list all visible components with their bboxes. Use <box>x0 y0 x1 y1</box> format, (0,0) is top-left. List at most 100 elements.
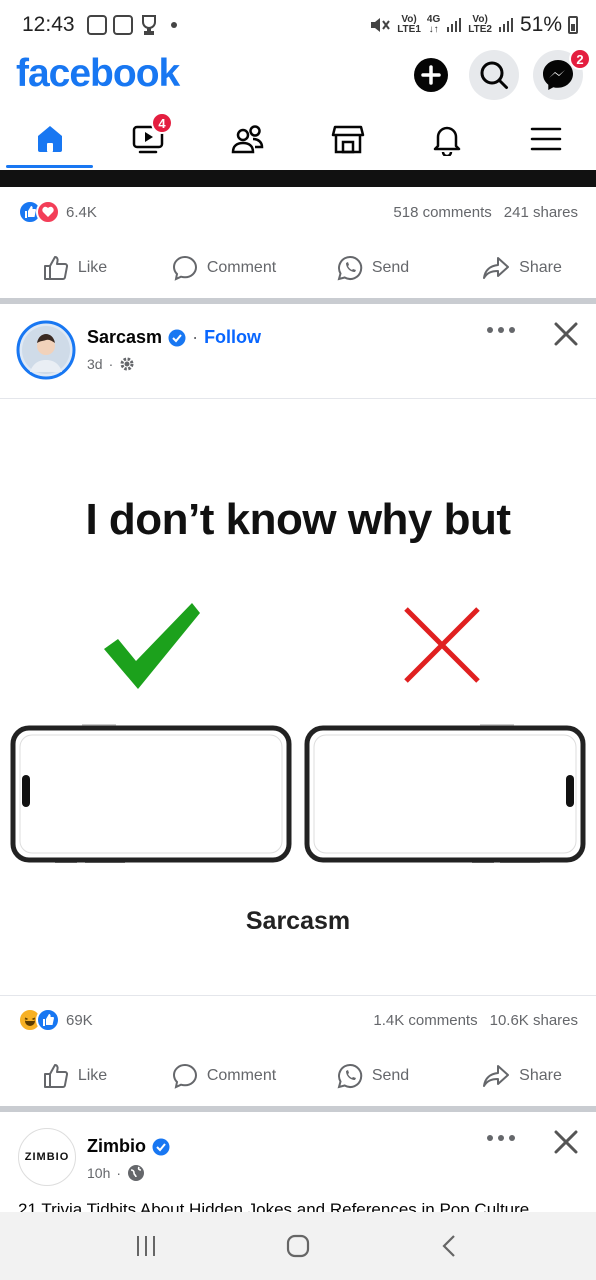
share-button[interactable]: Share <box>447 1062 596 1090</box>
more-options-button[interactable] <box>486 1130 516 1148</box>
thumbs-up-icon <box>43 1064 68 1088</box>
hamburger-icon <box>531 127 562 151</box>
share-button[interactable]: Share <box>447 254 596 282</box>
reaction-icons[interactable] <box>18 1008 60 1032</box>
love-reaction-icon <box>36 200 60 224</box>
notification-icons <box>86 14 177 36</box>
comment-count[interactable]: 518 comments <box>393 204 491 221</box>
post-image[interactable]: I don’t know why but Sarcasm <box>0 398 596 996</box>
phone-landscape-right-image <box>304 724 586 863</box>
author-name[interactable]: Sarcasm <box>87 327 162 348</box>
like-button[interactable]: Like <box>0 254 149 282</box>
4g-label: 4G ↓↑ <box>426 14 441 35</box>
battery-icon <box>568 16 578 34</box>
like-reaction-icon <box>36 1008 60 1032</box>
comment-label: Comment <box>206 259 277 276</box>
post2-actions: Like Comment Send Share <box>0 1048 596 1104</box>
home-icon <box>37 126 62 152</box>
tab-video[interactable]: 4 <box>99 108 198 170</box>
tab-friends[interactable] <box>199 108 298 170</box>
share-icon <box>483 1065 510 1087</box>
reaction-count[interactable]: 69K <box>66 1012 93 1029</box>
author-line: Zimbio <box>87 1136 170 1157</box>
like-label: Like <box>77 1067 108 1084</box>
back-icon[interactable] <box>437 1233 463 1259</box>
post2-header: Sarcasm · Follow 3d · <box>0 304 596 398</box>
share-count[interactable]: 241 shares <box>504 204 578 221</box>
meme-caption: Sarcasm <box>245 907 351 935</box>
more-notifications-icon <box>170 22 177 28</box>
more-options-button[interactable] <box>486 322 516 340</box>
recent-apps-icon[interactable] <box>133 1233 159 1259</box>
like-button[interactable]: Like <box>0 1062 149 1090</box>
post2-stats: 69K 1.4K comments 10.6K shares <box>0 996 596 1044</box>
comment-icon <box>172 255 197 281</box>
facebook-logo[interactable]: facebook <box>16 52 180 96</box>
tab-home[interactable] <box>0 108 99 170</box>
status-right: Vo) LTE1 4G ↓↑ Vo) LTE2 51% <box>369 13 578 37</box>
globe-icon <box>128 1165 145 1181</box>
share-icon <box>483 257 510 279</box>
close-icon <box>554 322 578 346</box>
battery-percent: 51% <box>519 13 562 36</box>
post1-stats: 6.4K 518 comments 241 shares <box>0 188 596 236</box>
comment-label: Comment <box>206 1067 277 1084</box>
comment-button[interactable]: Comment <box>149 254 298 282</box>
tab-notifications[interactable] <box>397 108 496 170</box>
share-count[interactable]: 10.6K shares <box>490 1012 578 1029</box>
sim1-label: Vo) LTE1 <box>397 14 421 35</box>
hide-post-button[interactable] <box>552 1128 580 1161</box>
plus-icon <box>414 58 448 92</box>
post3-text-preview[interactable]: 21 Trivia Tidbits About Hidden Jokes and… <box>18 1200 578 1212</box>
zimbio-avatar[interactable]: ZIMBIO <box>18 1128 76 1186</box>
close-icon <box>554 1130 578 1154</box>
home-button-icon[interactable] <box>285 1233 311 1259</box>
send-label: Send <box>371 1067 410 1084</box>
like-label: Like <box>77 259 108 276</box>
more-icon <box>487 1135 515 1141</box>
post-meta: 10h · <box>87 1164 145 1182</box>
thumbs-up-icon <box>43 256 68 280</box>
status-bar: 12:43 Vo) LTE1 4G ↓↑ Vo) LTE2 51% <box>0 0 596 50</box>
search-button[interactable] <box>469 50 519 100</box>
reaction-count[interactable]: 6.4K <box>66 204 97 221</box>
video-badge: 4 <box>150 112 173 134</box>
app-header: facebook 2 <box>0 48 596 102</box>
tab-marketplace[interactable] <box>298 108 397 170</box>
phone-landscape-left-image <box>10 724 292 863</box>
checkmark-icon <box>104 603 200 689</box>
gallery-icon <box>112 15 133 35</box>
gear-icon <box>120 357 134 371</box>
comment-button[interactable]: Comment <box>149 1062 298 1090</box>
whatsapp-icon <box>337 255 362 281</box>
tab-menu[interactable] <box>497 108 596 170</box>
messenger-button[interactable]: 2 <box>533 48 591 100</box>
more-icon <box>487 327 515 333</box>
send-label: Send <box>371 259 410 276</box>
reaction-icons[interactable] <box>18 200 60 224</box>
post-time[interactable]: 3d <box>87 356 103 372</box>
cross-icon <box>404 607 480 683</box>
mute-icon <box>371 18 390 32</box>
previous-post-image-edge <box>0 170 596 187</box>
marketplace-icon <box>331 125 364 154</box>
signal2-icon <box>498 18 513 32</box>
create-button[interactable] <box>406 50 456 100</box>
send-button[interactable]: Send <box>298 254 447 282</box>
post-time[interactable]: 10h <box>87 1165 110 1181</box>
hide-post-button[interactable] <box>552 320 580 353</box>
meme-title: I don’t know why but <box>85 495 511 544</box>
avatar[interactable] <box>16 320 76 380</box>
main-nav: 4 <box>0 108 596 170</box>
post-meta: 3d · <box>87 356 135 372</box>
post1-actions: Like Comment Send Share <box>0 240 596 296</box>
send-button[interactable]: Send <box>298 1062 447 1090</box>
trophy-icon <box>141 15 156 35</box>
comment-count[interactable]: 1.4K comments <box>373 1012 477 1029</box>
author-name[interactable]: Zimbio <box>87 1136 146 1157</box>
whatsapp-icon <box>337 1063 362 1089</box>
status-time: 12:43 <box>22 13 75 36</box>
follow-button[interactable]: Follow <box>204 327 261 348</box>
verified-badge-icon <box>168 329 186 346</box>
system-nav-bar <box>0 1212 596 1280</box>
